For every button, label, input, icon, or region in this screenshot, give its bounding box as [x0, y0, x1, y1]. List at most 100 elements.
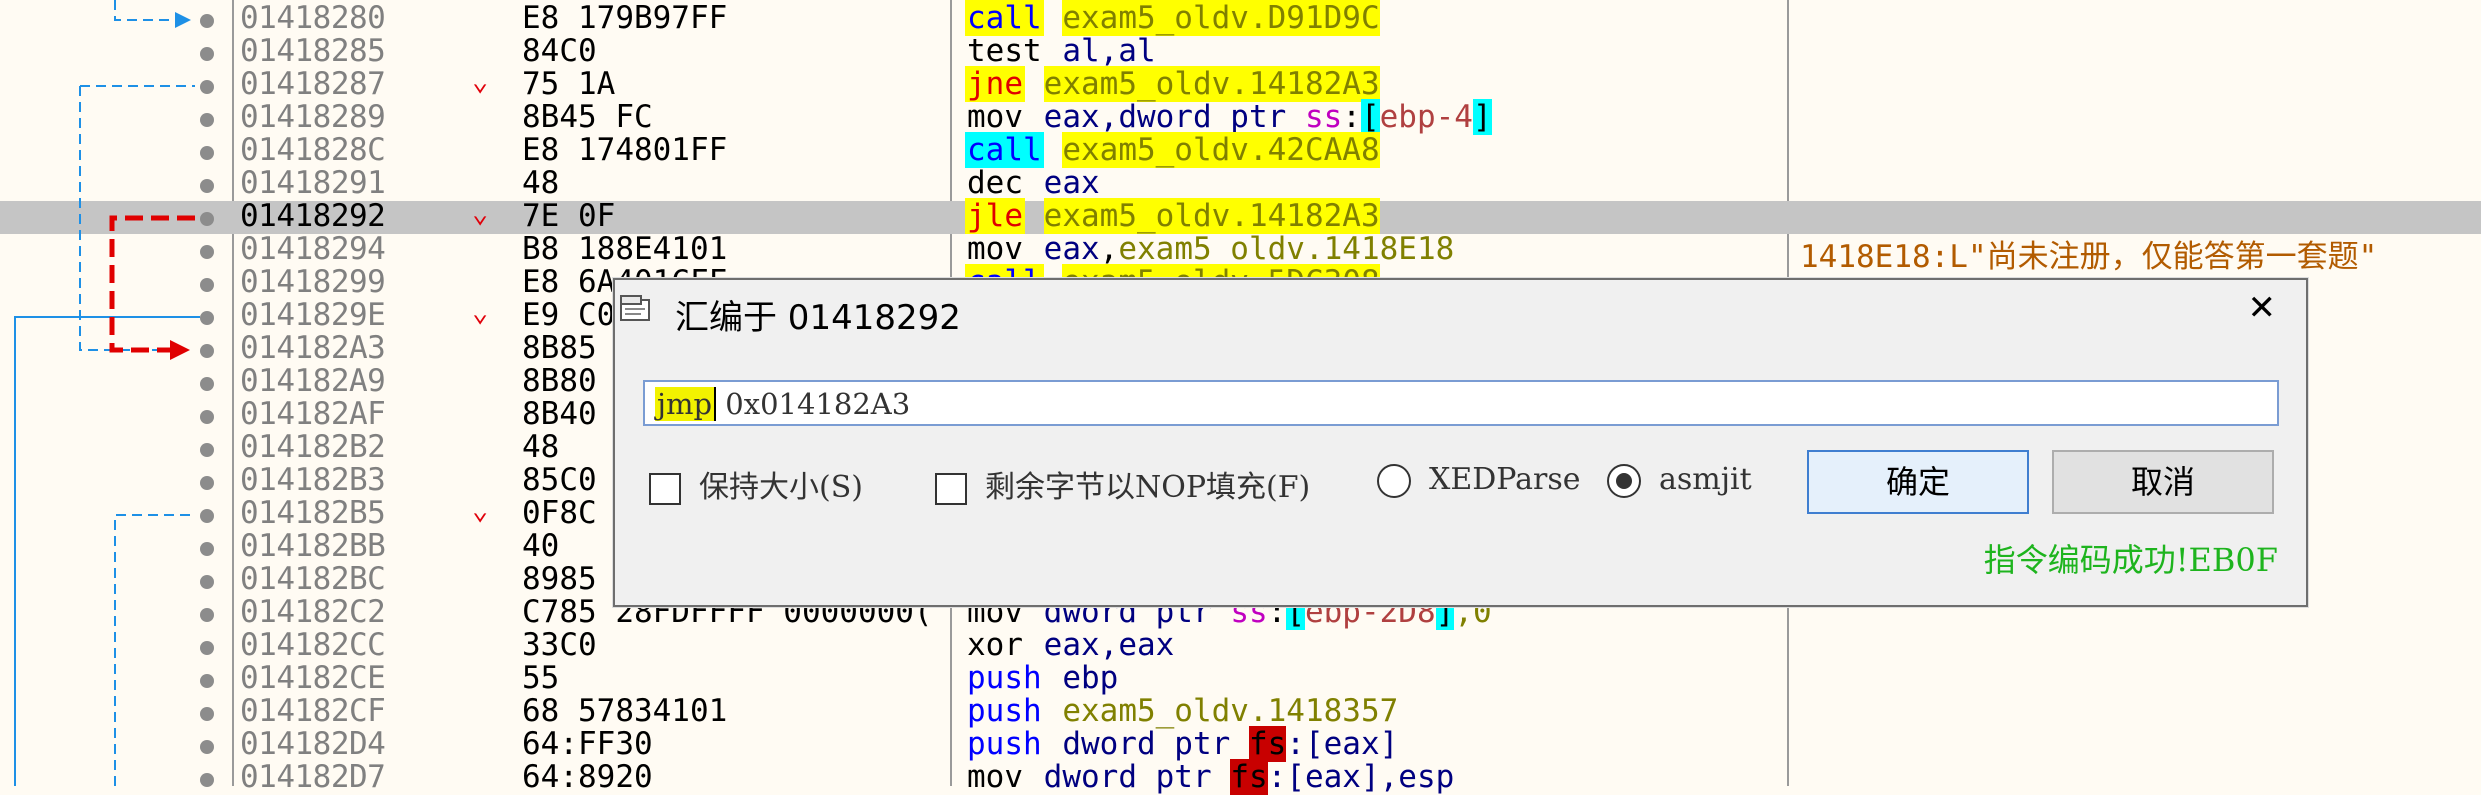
assembly-input[interactable]: jmp 0x014182A3: [643, 380, 2279, 426]
operand: ebp: [1043, 660, 1119, 696]
instruction-bytes: 8B45 FC: [522, 99, 653, 135]
cancel-button[interactable]: 取消: [2052, 450, 2274, 514]
disasm-row[interactable]: 0141828C E8 174801FF call exam5_oldv.42CAA…: [0, 132, 2481, 168]
assemble-dialog: 汇编于 01418292 ✕ jmp 0x014182A3 保持大小(S) 剩余…: [613, 278, 2308, 607]
disasm-row[interactable]: 014182CE 55 push ebp: [0, 660, 2481, 696]
operand: ]: [1472, 99, 1492, 135]
instruction-bytes: B8 188E4101: [522, 231, 728, 267]
disasm-row[interactable]: 01418289 8B45 FC mov eax,dword ptr ss:[ebp…: [0, 99, 2481, 135]
operand: [1044, 132, 1063, 168]
instruction-bytes: E8 174801FF: [522, 132, 728, 168]
operand: eax: [1025, 99, 1100, 135]
instruction-bytes: 8B40: [522, 396, 597, 432]
address: 014182BC: [240, 561, 386, 597]
ok-button[interactable]: 确定: [1807, 450, 2029, 514]
instruction-bytes: 8B80: [522, 363, 597, 399]
operand: al,al: [1043, 33, 1156, 69]
instruction: mov eax,exam5_oldv.1418E18: [965, 231, 1454, 267]
operand: eax: [1025, 165, 1100, 201]
asmjit-label: asmjit: [1659, 462, 1752, 497]
keep-size-checkbox[interactable]: 保持大小(S): [649, 462, 863, 506]
operand: dword ptr: [1043, 726, 1249, 762]
operand: :[eax],esp: [1267, 759, 1455, 795]
instruction-bytes: 84C0: [522, 33, 597, 69]
jump-arrowhead-icon: [175, 12, 191, 28]
operand: ss: [1304, 99, 1343, 135]
address: 014182B5: [240, 495, 386, 531]
jump-direction-icon: ⌄: [472, 495, 489, 526]
assemble-window-icon: [620, 295, 650, 321]
instruction: push dword ptr fs:[eax]: [965, 726, 1398, 762]
instruction-bytes: 8985: [522, 561, 597, 597]
operand: [: [1360, 99, 1380, 135]
instruction-bytes: 7E 0F: [522, 198, 616, 234]
disasm-row[interactable]: 01418291 48 dec eax: [0, 165, 2481, 201]
instruction-bytes: 40: [522, 528, 560, 564]
address: 01418280: [240, 0, 386, 36]
address: 014182A3: [240, 330, 386, 366]
operand: [1044, 0, 1063, 36]
disasm-row[interactable]: 014182CC 33C0 xor eax,eax: [0, 627, 2481, 663]
disasm-row[interactable]: 01418285 84C0 test al,al: [0, 33, 2481, 69]
disasm-row[interactable]: 01418292 ⌄ 7E 0F jle exam5_oldv.14182A3: [0, 198, 2481, 234]
disasm-row[interactable]: 014182D4 64:FF30 push dword ptr fs:[eax]: [0, 726, 2481, 762]
instruction: call exam5_oldv.D91D9C: [965, 0, 1380, 36]
mnemonic: test: [967, 33, 1042, 69]
nop-fill-checkbox[interactable]: 剩余字节以NOP填充(F): [935, 462, 1310, 506]
disasm-row[interactable]: 01418294 B8 188E4101 mov eax,exam5_oldv.14…: [0, 231, 2481, 275]
instruction-bytes: 33C0: [522, 627, 597, 663]
operand: eax,eax: [1025, 627, 1175, 663]
jump-direction-icon: ⌄: [472, 198, 489, 229]
jump-arrows: [14, 0, 200, 786]
nop-fill-label: 剩余字节以NOP填充(F): [985, 470, 1311, 505]
operand: exam5_oldv.42CAA8: [1062, 132, 1380, 168]
instruction: dec eax: [965, 165, 1100, 201]
instruction: push ebp: [965, 660, 1118, 696]
instruction: jle exam5_oldv.14182A3: [965, 198, 1380, 234]
keep-size-box[interactable]: [649, 473, 681, 505]
encode-status: 指令编码成功!EB0F: [1983, 541, 2278, 579]
disasm-row[interactable]: 014182D7 64:8920 mov dword ptr fs:[eax],es…: [0, 759, 2481, 795]
jump-arrow-line: [114, 0, 185, 21]
address: 014182D4: [240, 726, 386, 762]
address: 014182B2: [240, 429, 386, 465]
jump-arrow-line: [14, 316, 200, 786]
instruction: test al,al: [965, 33, 1156, 69]
instruction-bytes: 0F8C: [522, 495, 597, 531]
address: 01418285: [240, 33, 386, 69]
input-highlighted-text: jmp: [655, 387, 715, 421]
nop-fill-box[interactable]: [935, 473, 967, 505]
instruction-bytes: 64:FF30: [522, 726, 653, 762]
operand: [1044, 693, 1063, 729]
operand: exam5_oldv.1418357: [1062, 693, 1399, 729]
address: 014182CC: [240, 627, 386, 663]
operand: ,dword ptr: [1099, 99, 1305, 135]
address: 0141828C: [240, 132, 386, 168]
operand: exam5_oldv.14182A3: [1043, 66, 1380, 102]
operand: exam5_oldv.D91D9C: [1062, 0, 1380, 36]
instruction: mov eax,dword ptr ss:[ebp-4]: [965, 99, 1492, 135]
address: 014182C2: [240, 594, 386, 630]
close-icon[interactable]: ✕: [2248, 288, 2277, 328]
mnemonic: call: [965, 0, 1044, 36]
mnemonic: push: [967, 726, 1042, 762]
mnemonic: mov: [967, 99, 1023, 135]
jump-arrow-line: [114, 514, 195, 786]
dialog-title: 汇编于 01418292: [675, 298, 961, 338]
instruction-bytes: 8B85: [522, 330, 597, 366]
mnemonic: push: [967, 660, 1042, 696]
address: 0141829E: [240, 297, 386, 333]
keep-size-label: 保持大小(S): [699, 470, 863, 505]
instruction-bytes: 48: [522, 429, 560, 465]
disasm-row[interactable]: 01418280 E8 179B97FF call exam5_oldv.D91D9…: [0, 0, 2481, 36]
disasm-row[interactable]: 01418287 ⌄ 75 1A jne exam5_oldv.14182A3: [0, 66, 2481, 102]
disasm-row[interactable]: 014182CF 68 57834101 push exam5_oldv.14183…: [0, 693, 2481, 729]
xedparse-radio-circle[interactable]: [1377, 464, 1411, 498]
address: 01418291: [240, 165, 386, 201]
asmjit-radio-circle[interactable]: [1607, 464, 1641, 498]
xedparse-radio[interactable]: XEDParse: [1377, 462, 1581, 498]
asmjit-radio[interactable]: asmjit: [1607, 462, 1752, 498]
mnemonic: call: [965, 132, 1044, 168]
mnemonic: jle: [965, 198, 1025, 234]
address: 014182CE: [240, 660, 386, 696]
